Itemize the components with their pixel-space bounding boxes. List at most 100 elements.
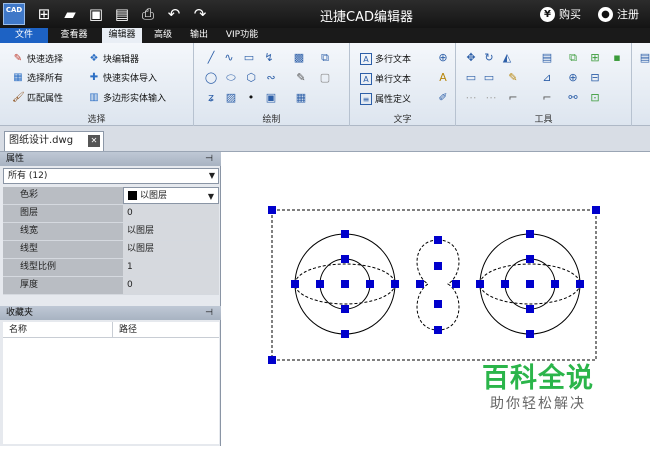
color-picker-icon[interactable]: ✎ <box>506 71 520 85</box>
tab-output[interactable]: 输出 <box>184 28 214 43</box>
grip[interactable] <box>434 326 442 334</box>
rectangle-icon[interactable]: ▭ <box>242 51 256 65</box>
select-all-button[interactable]: ▦ 选择所有 <box>12 71 63 85</box>
purge-icon[interactable]: ⊟ <box>588 71 602 85</box>
point-icon[interactable]: • <box>244 91 258 105</box>
property-row[interactable]: 图层 0 <box>3 205 219 223</box>
rotate-icon[interactable]: ↻ <box>482 51 496 65</box>
offset-icon[interactable]: ⚯ <box>566 91 580 105</box>
grip[interactable] <box>551 280 559 288</box>
favorites-list[interactable] <box>3 338 219 444</box>
grip[interactable] <box>526 280 534 288</box>
mirror-icon[interactable]: ◭ <box>500 51 514 65</box>
mtext-button[interactable]: A 多行文本 <box>360 52 411 65</box>
property-row[interactable]: 线型 以图层 <box>3 241 219 259</box>
grip[interactable] <box>526 305 534 313</box>
grip[interactable] <box>434 236 442 244</box>
polygon-entity-button[interactable]: ▥ 多边形实体输入 <box>88 91 166 105</box>
property-row[interactable]: 线宽 以图层 <box>3 223 219 241</box>
document-tab[interactable]: 图纸设计.dwg ✕ <box>4 131 104 151</box>
grip[interactable] <box>476 280 484 288</box>
grip[interactable] <box>452 280 460 288</box>
app-logo-icon[interactable]: CAD <box>3 3 25 25</box>
grip[interactable] <box>434 262 442 270</box>
close-icon[interactable]: ✕ <box>88 135 100 147</box>
register-button[interactable]: ● 注册 <box>598 6 639 22</box>
grip[interactable] <box>341 305 349 313</box>
property-value[interactable]: 以图层 <box>123 241 219 258</box>
grip[interactable] <box>316 280 324 288</box>
circle-icon[interactable]: ◯ <box>204 71 218 85</box>
grip[interactable] <box>366 280 374 288</box>
text-style-icon[interactable]: ⊕ <box>436 51 450 65</box>
tab-viewer[interactable]: 查看器 <box>54 28 94 43</box>
dimension-icon[interactable]: ⊿ <box>540 71 554 85</box>
grip[interactable] <box>291 280 299 288</box>
layer-icon[interactable]: ▤ <box>540 51 554 65</box>
group-icon[interactable]: ▪ <box>610 51 624 65</box>
property-row[interactable]: 厚度 0 <box>3 277 219 295</box>
grip[interactable] <box>592 206 600 214</box>
move-icon[interactable]: ✥ <box>464 51 478 65</box>
grip[interactable] <box>268 206 276 214</box>
property-value[interactable]: 以图层 <box>123 223 219 240</box>
open-icon[interactable]: ▰ <box>60 4 80 24</box>
text-find-icon[interactable]: ✐ <box>436 91 450 105</box>
array-icon[interactable]: ⊞ <box>588 51 602 65</box>
tab-editor[interactable]: 编辑器 <box>102 28 142 43</box>
revcloud-icon[interactable]: ʑ <box>204 91 218 105</box>
arc-icon[interactable]: ↯ <box>262 51 276 65</box>
print-icon[interactable]: ⎙ <box>138 4 158 24</box>
property-value[interactable]: 1 <box>123 259 219 276</box>
pin-icon[interactable]: ⊣ <box>205 152 213 166</box>
grip[interactable] <box>416 280 424 288</box>
grip[interactable] <box>268 356 276 364</box>
tab-advanced[interactable]: 高级 <box>148 28 178 43</box>
pen-icon[interactable]: ✎ <box>294 71 308 85</box>
grip[interactable] <box>341 255 349 263</box>
save-as-icon[interactable]: ▤ <box>112 4 132 24</box>
properties-filter-select[interactable]: 所有 (12) ▼ <box>3 168 219 184</box>
new-icon[interactable]: ⊞ <box>34 4 54 24</box>
quick-select-button[interactable]: ✎ 快速选择 <box>12 52 63 66</box>
region-icon[interactable]: ▢ <box>318 71 332 85</box>
grip[interactable] <box>501 280 509 288</box>
redo-icon[interactable]: ↷ <box>190 4 210 24</box>
grip[interactable] <box>391 280 399 288</box>
tab-file[interactable]: 文件 <box>0 28 48 43</box>
ellipse-icon[interactable]: ⬭ <box>224 71 238 85</box>
polygon-draw-icon[interactable]: ⬡ <box>244 71 258 85</box>
column-path[interactable]: 路径 <box>113 322 219 337</box>
image-icon[interactable]: ▣ <box>264 91 278 105</box>
polyline-icon[interactable]: ∿ <box>222 51 236 65</box>
property-value[interactable]: 0 <box>123 205 219 222</box>
table-icon[interactable]: ▦ <box>294 91 308 105</box>
block-editor-button[interactable]: ❖ 块编辑器 <box>88 52 140 66</box>
trim-icon[interactable]: ⋯ <box>464 91 478 105</box>
grip[interactable] <box>434 300 442 308</box>
break-icon[interactable]: ⊡ <box>588 91 602 105</box>
grip[interactable] <box>526 255 534 263</box>
insert-block-icon[interactable]: ⧉ <box>318 51 332 65</box>
copy-icon[interactable]: ⧉ <box>566 51 580 65</box>
match-properties-button[interactable]: 🖌 匹配属性 <box>12 91 63 105</box>
property-value[interactable]: 0 <box>123 277 219 294</box>
spline-icon[interactable]: ∾ <box>264 71 278 85</box>
quick-import-button[interactable]: ✚ 快速实体导入 <box>88 71 157 85</box>
property-row[interactable]: 色彩 以图层 ▼ <box>3 187 219 205</box>
buy-button[interactable]: ¥ 购买 <box>540 6 581 22</box>
grip[interactable] <box>526 230 534 238</box>
column-name[interactable]: 名称 <box>3 322 113 337</box>
extend-icon[interactable]: ⋯ <box>484 91 498 105</box>
text-button[interactable]: A 单行文本 <box>360 72 411 85</box>
grip[interactable] <box>526 330 534 338</box>
line-icon[interactable]: ╱ <box>204 51 218 65</box>
attdef-button[interactable]: ≡ 属性定义 <box>360 92 411 105</box>
grip[interactable] <box>341 280 349 288</box>
more-tools-icon[interactable]: ▤ <box>638 51 650 65</box>
tab-vip[interactable]: VIP功能 <box>220 28 264 43</box>
explode-icon[interactable]: ⊕ <box>566 71 580 85</box>
scale-icon[interactable]: ▭ <box>464 71 478 85</box>
grip[interactable] <box>341 230 349 238</box>
property-row[interactable]: 线型比例 1 <box>3 259 219 277</box>
